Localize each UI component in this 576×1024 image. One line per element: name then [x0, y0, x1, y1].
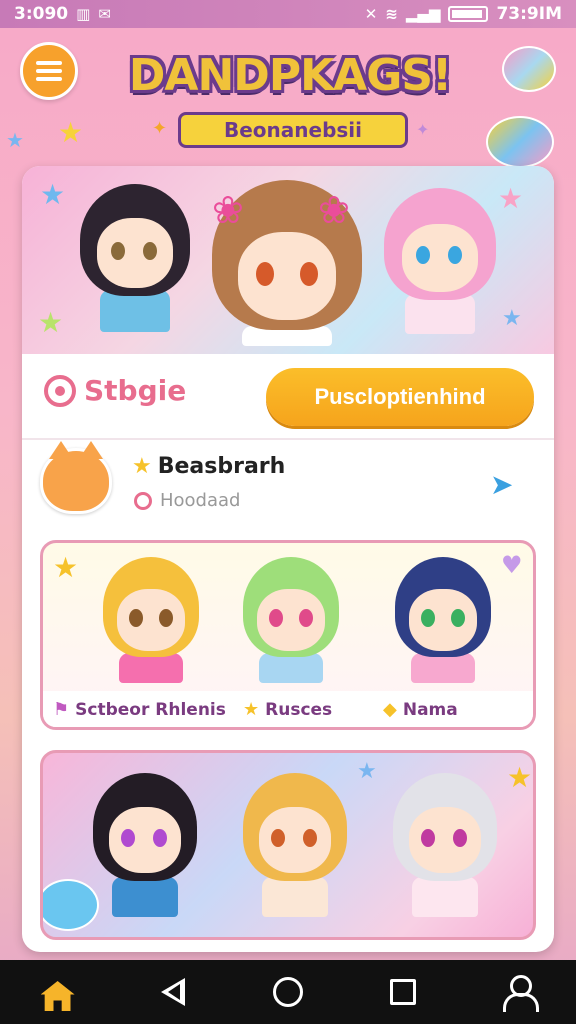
home-icon [40, 981, 75, 1011]
star-icon: ★ [243, 699, 260, 720]
blob-mascot-icon [43, 879, 99, 931]
star-icon: ★ [38, 306, 64, 339]
star-icon: ★ [357, 759, 377, 784]
caption-item: ★ Rusces [243, 699, 332, 720]
circle-home-icon [272, 977, 303, 1007]
star-icon: ★ [53, 551, 79, 584]
status-time-left: 3:090 [14, 4, 69, 24]
nav-recent-apps[interactable] [373, 962, 433, 1022]
app-title: DANDPKAGS! [128, 50, 452, 101]
character-illustration [384, 188, 496, 334]
status-left: 3:090 ▥ ✉ [14, 4, 111, 24]
target-icon [44, 374, 76, 407]
gallery-card[interactable]: ★ ♥ ⚑ Sctbeor Rhlenis ★ Rusces ◆ Nama [40, 540, 536, 730]
primary-action-button[interactable]: Puscloptienhind [266, 368, 534, 426]
bow-icon: ❀ [318, 188, 350, 232]
flag-icon: ⚑ [53, 699, 70, 720]
mute-icon: ✕ [364, 5, 378, 23]
recent-apps-icon [390, 979, 417, 1005]
list-item-title: ★ Beasbrarh [132, 454, 285, 479]
profile-icon [501, 975, 540, 1012]
character-illustration [395, 557, 491, 683]
caption-item: ◆ Nama [383, 699, 458, 720]
ticket-icon: ◆ [383, 699, 397, 720]
signal-icon: ▂▄▆ [405, 5, 441, 23]
nav-circle-home[interactable] [258, 962, 318, 1022]
menu-button[interactable] [20, 42, 78, 100]
character-illustration [93, 773, 197, 917]
stage-label-text: Stbgie [84, 374, 187, 407]
star-icon: ★ [507, 761, 533, 794]
character-illustration [243, 557, 339, 683]
sparkle-icon: ✦ [416, 120, 430, 139]
list-item-title-text: Beasbrarh [157, 454, 286, 479]
caption-label: Nama [402, 699, 458, 720]
share-icon[interactable]: ➤ [490, 468, 520, 501]
character-illustration [80, 184, 190, 332]
battery-icon [448, 6, 489, 22]
sparkle-icon: ✦ [152, 118, 168, 139]
mascot-icon [502, 46, 556, 92]
stage-label[interactable]: Stbgie [44, 374, 186, 407]
divider [22, 438, 554, 440]
bottom-nav [0, 960, 576, 1024]
nav-home[interactable] [28, 962, 88, 1022]
hamburger-icon [36, 61, 62, 81]
character-illustration [393, 773, 497, 917]
cat-avatar-icon [40, 441, 112, 514]
nav-back[interactable] [143, 962, 203, 1022]
nav-profile[interactable] [488, 962, 548, 1022]
character-illustration [243, 773, 347, 917]
bow-icon: ❀ [212, 188, 244, 232]
heart-icon: ♥ [501, 551, 523, 579]
back-icon [160, 978, 185, 1006]
record-icon [134, 491, 152, 510]
list-item-subtitle: Hoodaad [134, 490, 240, 511]
status-bar: 3:090 ▥ ✉ ✕ ≋ ▂▄▆ 73:9IM [0, 0, 576, 28]
status-right: ✕ ≋ ▂▄▆ 73:9IM [365, 4, 562, 24]
caption-label: Sctbeor Rhlenis [75, 699, 226, 720]
banner-image: ❀ ❀ ★ ★ ★ ★ [22, 166, 554, 354]
star-icon: ★ [6, 128, 24, 152]
star-icon: ★ [132, 454, 152, 479]
star-icon: ★ [58, 116, 84, 149]
caption-label: Rusces [265, 699, 333, 720]
star-icon: ★ [498, 182, 524, 215]
star-icon: ★ [502, 306, 522, 331]
mascot-icon [486, 116, 554, 168]
status-time-right: 73:9IM [496, 4, 562, 24]
gallery-card[interactable]: ★ ★ [40, 750, 536, 940]
sim-icon: ▥ [76, 5, 91, 23]
main-card: ❀ ❀ ★ ★ ★ ★ Stbgie Puscloptienhind ★ Bea… [22, 166, 554, 952]
list-item[interactable]: ★ Beasbrarh Hoodaad ➤ [22, 441, 554, 524]
gallery-caption-bar: ⚑ Sctbeor Rhlenis ★ Rusces ◆ Nama [43, 691, 533, 727]
caption-item: ⚑ Sctbeor Rhlenis [53, 699, 226, 720]
message-icon: ✉ [98, 5, 111, 23]
character-illustration [103, 557, 199, 683]
stage-row: Stbgie Puscloptienhind [22, 368, 554, 428]
list-item-subtitle-text: Hoodaad [160, 490, 241, 511]
wifi-icon: ≋ [385, 5, 398, 23]
app-subtitle: Beonanebsii [178, 112, 408, 148]
star-icon: ★ [40, 178, 66, 211]
